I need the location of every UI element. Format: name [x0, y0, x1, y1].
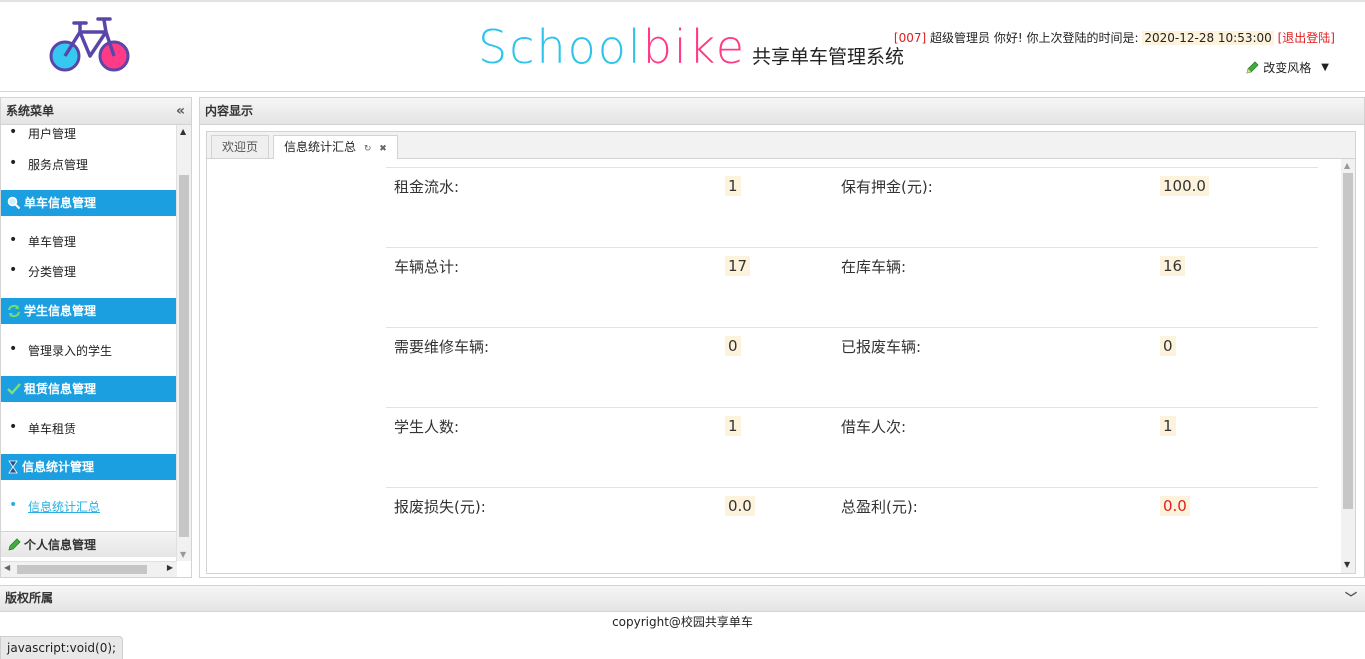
- tab-container: 欢迎页 信息统计汇总 ↻ ✖ 租金流水: 1 保有押金(元): 100.0 车辆…: [206, 131, 1356, 574]
- change-style-label: 改变风格: [1263, 61, 1312, 75]
- pencil-icon: [1246, 60, 1259, 74]
- menu-group-statistics[interactable]: 信息统计管理: [1, 454, 177, 480]
- sidebar-horizontal-scrollbar[interactable]: ◀ ▶: [1, 561, 177, 577]
- user-info: [007] 超级管理员 你好! 你上次登陆的时间是: 2020-12-28 10…: [894, 29, 1335, 46]
- stat-row: 租金流水: 1 保有押金(元): 100.0: [386, 167, 1318, 248]
- footer: 版权所属 ﹀ copyright@校园共享单车 javascript:void(…: [0, 585, 1365, 659]
- scroll-up-icon[interactable]: ▲: [180, 127, 186, 136]
- scrollbar-thumb[interactable]: [17, 565, 147, 574]
- stat-label-total-vehicles: 车辆总计:: [394, 258, 460, 276]
- stat-row: 需要维修车辆: 0 已报废车辆: 0: [386, 327, 1318, 408]
- stat-value-needs-repair: 0: [725, 336, 741, 356]
- user-greeting: 超级管理员 你好! 你上次登陆的时间是:: [930, 31, 1139, 45]
- last-login-time: 2020-12-28 10:53:00: [1142, 31, 1274, 45]
- sidebar-item-user-management[interactable]: 用户管理: [9, 125, 76, 142]
- stat-value-scrap-loss: 0.0: [725, 496, 755, 516]
- main-header: 内容显示: [200, 98, 1364, 125]
- stat-label-borrow-count: 借车人次:: [841, 418, 907, 436]
- stat-label-in-stock: 在库车辆:: [841, 258, 907, 276]
- menu-group-label: 租赁信息管理: [24, 382, 97, 396]
- stat-row: 车辆总计: 17 在库车辆: 16: [386, 247, 1318, 328]
- menu-group-personal-info[interactable]: 个人信息管理: [1, 531, 177, 557]
- stat-label-needs-repair: 需要维修车辆:: [394, 338, 490, 356]
- stat-value-rent-flow: 1: [725, 176, 741, 196]
- stat-label-students: 学生人数:: [394, 418, 460, 436]
- stat-value-deposit: 100.0: [1160, 176, 1209, 196]
- browser-status-bar: javascript:void(0);: [0, 636, 124, 659]
- sidebar: 系统菜单 « 用户管理 服务点管理 单车信息管理 单车管理 分类管理 学生信息管…: [0, 97, 192, 578]
- stat-label-total-profit: 总盈利(元):: [841, 498, 918, 516]
- tab-welcome[interactable]: 欢迎页: [211, 135, 270, 158]
- sidebar-item-students[interactable]: 管理录入的学生: [9, 341, 112, 359]
- statistics-content: 租金流水: 1 保有押金(元): 100.0 车辆总计: 17 在库车辆: 16…: [207, 159, 1340, 573]
- stat-label-rent-flow: 租金流水:: [394, 178, 460, 196]
- change-style-button[interactable]: 改变风格 ▼: [1245, 59, 1329, 76]
- content-vertical-scrollbar[interactable]: ▲ ▼: [1341, 159, 1355, 573]
- brand-subtitle: 共享单车管理系统: [752, 45, 905, 68]
- sidebar-menu: 用户管理 服务点管理 单车信息管理 单车管理 分类管理 学生信息管理 管理录入的…: [1, 125, 177, 561]
- scroll-up-icon[interactable]: ▲: [1344, 161, 1350, 170]
- menu-group-label: 个人信息管理: [24, 537, 97, 552]
- stat-value-total-vehicles: 17: [725, 256, 751, 276]
- sidebar-item-bike-management[interactable]: 单车管理: [9, 232, 76, 250]
- caret-down-icon: ▼: [1321, 62, 1329, 73]
- check-icon: [7, 383, 21, 395]
- refresh-icon[interactable]: ↻: [364, 144, 372, 154]
- tab-label: 信息统计汇总: [284, 140, 357, 154]
- brand-school: School: [478, 20, 643, 74]
- expand-down-icon[interactable]: ﹀: [1345, 586, 1357, 611]
- refresh-icon: [8, 304, 20, 318]
- header: Schoolbike 共享单车管理系统 [007] 超级管理员 你好! 你上次登陆…: [0, 0, 1365, 92]
- tab-label: 欢迎页: [222, 140, 259, 154]
- sidebar-item-category-management[interactable]: 分类管理: [9, 262, 76, 280]
- search-icon: [7, 196, 21, 210]
- sidebar-vertical-scrollbar[interactable]: ▲ ▼: [176, 125, 191, 561]
- brand-bike: bike: [642, 20, 746, 74]
- sidebar-title: 系统菜单: [6, 104, 55, 118]
- hourglass-icon: [8, 460, 18, 474]
- bike-logo-icon: [49, 17, 130, 72]
- stat-value-students: 1: [725, 416, 741, 436]
- tab-bar: 欢迎页 信息统计汇总 ↻ ✖: [207, 132, 1355, 159]
- menu-group-label: 单车信息管理: [24, 196, 97, 210]
- menu-group-bike-info[interactable]: 单车信息管理: [1, 190, 177, 216]
- stat-label-scrap-loss: 报废损失(元):: [394, 498, 486, 516]
- brand-title: Schoolbike 共享单车管理系统: [478, 20, 904, 76]
- scroll-down-icon[interactable]: ▼: [180, 550, 186, 559]
- pencil-icon: [8, 537, 21, 551]
- menu-group-label: 学生信息管理: [24, 304, 97, 318]
- tab-statistics-summary[interactable]: 信息统计汇总 ↻ ✖: [273, 135, 398, 159]
- main-title: 内容显示: [205, 104, 254, 118]
- menu-group-rental-info[interactable]: 租赁信息管理: [1, 376, 177, 402]
- sidebar-item-service-point[interactable]: 服务点管理: [9, 155, 88, 173]
- close-icon[interactable]: ✖: [379, 144, 387, 154]
- main-panel: 内容显示 欢迎页 信息统计汇总 ↻ ✖ 租金流水: 1 保有押金(元): 100…: [199, 97, 1365, 578]
- stat-row: 学生人数: 1 借车人次: 1: [386, 407, 1318, 488]
- stat-label-scrapped: 已报废车辆:: [841, 338, 922, 356]
- user-id: [007]: [893, 31, 927, 45]
- footer-title: 版权所属: [5, 591, 54, 605]
- scrollbar-thumb[interactable]: [1343, 173, 1353, 509]
- scroll-left-icon[interactable]: ◀: [4, 563, 10, 572]
- menu-group-student-info[interactable]: 学生信息管理: [1, 298, 177, 324]
- stat-value-scrapped: 0: [1160, 336, 1176, 356]
- stat-label-deposit: 保有押金(元):: [841, 178, 933, 196]
- menu-group-label: 信息统计管理: [22, 460, 95, 474]
- sidebar-item-statistics-summary[interactable]: 信息统计汇总: [9, 497, 100, 515]
- scrollbar-thumb[interactable]: [179, 175, 189, 537]
- sidebar-header: 系统菜单 «: [1, 98, 191, 125]
- stat-row: 报废损失(元): 0.0 总盈利(元): 0.0: [386, 487, 1318, 568]
- stat-value-borrow-count: 1: [1160, 416, 1176, 436]
- scroll-right-icon[interactable]: ▶: [167, 563, 173, 572]
- collapse-icon[interactable]: «: [176, 98, 185, 124]
- scroll-down-icon[interactable]: ▼: [1344, 560, 1350, 569]
- copyright-text: copyright@校园共享单车: [612, 615, 753, 629]
- sidebar-item-bike-rental[interactable]: 单车租赁: [9, 419, 76, 437]
- footer-header: 版权所属 ﹀: [0, 586, 1365, 612]
- stat-value-total-profit: 0.0: [1160, 496, 1190, 516]
- stat-value-in-stock: 16: [1160, 256, 1186, 276]
- logout-link[interactable]: [退出登陆]: [1278, 31, 1335, 45]
